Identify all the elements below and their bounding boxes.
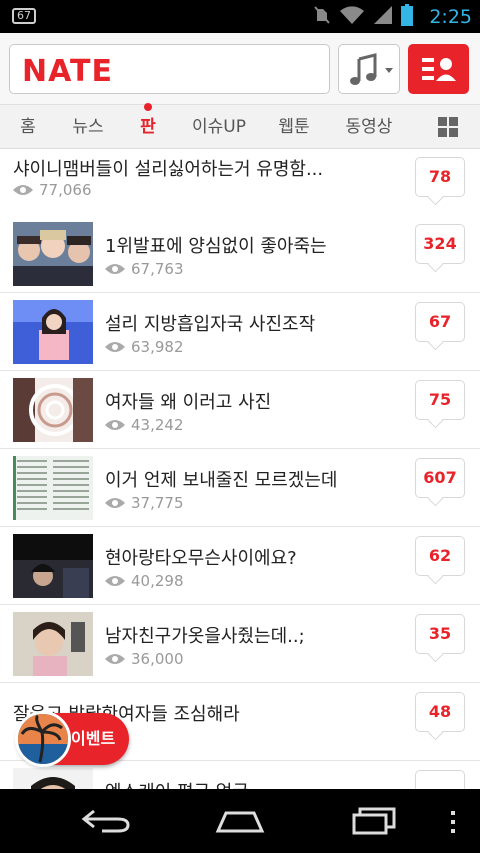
post-thumbnail [13, 534, 93, 598]
eye-icon [105, 264, 125, 274]
system-nav-bar [0, 789, 480, 853]
tab-pan[interactable]: 판 [130, 103, 166, 149]
overflow-menu-icon[interactable] [448, 811, 458, 835]
list-item[interactable]: 여자들 왜 이러고 사진 43,242 75 [0, 371, 480, 449]
view-count: 67,763 [105, 260, 184, 278]
post-title: 남자친구가옷을사줬는데..; [105, 626, 305, 647]
view-count: 77,066 [13, 181, 92, 199]
post-thumbnail [13, 378, 93, 442]
tab-bar: 홈 뉴스 판 이슈UP 웹툰 동영상 [0, 103, 480, 149]
search-input[interactable]: NATE [9, 44, 330, 94]
muted-icon [313, 5, 331, 29]
tab-home[interactable]: 홈 [8, 105, 48, 149]
tab-webtoon[interactable]: 웹툰 [266, 105, 322, 149]
post-title: 이거 언제 보내줄진 모르겠는데 [105, 470, 338, 491]
post-title: 엑스케이 평균 얼굴 [105, 778, 405, 789]
list-item[interactable]: 이거 언제 보내줄진 모르겠는데 37,775 607 [0, 449, 480, 527]
eye-icon [13, 185, 33, 195]
post-title: 설리 지방흡입자국 사진조작 [105, 314, 316, 335]
tab-news[interactable]: 뉴스 [62, 105, 114, 149]
eye-icon [105, 654, 125, 664]
list-item[interactable]: 현아랑타오무슨사이에요? 40,298 62 [0, 527, 480, 605]
list-item[interactable]: 남자친구가옷을사줬는데..; 36,000 35 [0, 605, 480, 683]
eye-icon [105, 342, 125, 352]
profile-menu-icon [422, 58, 456, 81]
post-title: 1위발표에 양심없이 좋아죽는 [105, 236, 327, 257]
comment-count-badge[interactable]: 48 [415, 692, 465, 732]
profile-menu-button[interactable] [408, 44, 469, 94]
tab-issue-up[interactable]: 이슈UP [182, 105, 256, 149]
comment-count-badge[interactable]: 75 [415, 380, 465, 420]
eye-icon [105, 498, 125, 508]
comment-count-badge[interactable] [415, 770, 465, 789]
view-count: 43,242 [105, 416, 184, 434]
post-title: 현아랑타오무슨사이에요? [105, 548, 297, 569]
recent-apps-icon[interactable] [350, 805, 400, 837]
comment-count-badge[interactable]: 324 [415, 224, 465, 264]
post-thumbnail [13, 612, 93, 676]
view-count: 37,775 [105, 494, 184, 512]
status-bar: 67 2:25 [0, 0, 480, 33]
list-item[interactable]: 1위발표에 양심없이 좋아죽는 67,763 324 [0, 215, 480, 293]
palm-tree-icon [15, 711, 71, 767]
eye-icon [105, 420, 125, 430]
post-thumbnail [13, 300, 93, 364]
active-tab-indicator [144, 103, 152, 111]
comment-count-badge[interactable]: 35 [415, 614, 465, 654]
post-thumbnail [13, 768, 93, 789]
comment-count-badge[interactable]: 607 [415, 458, 465, 498]
music-button[interactable] [338, 44, 400, 94]
back-icon[interactable] [80, 807, 132, 835]
music-note-icon [350, 53, 393, 85]
comment-count-badge[interactable]: 78 [415, 157, 465, 197]
event-button[interactable]: 이벤트 [15, 711, 129, 767]
eye-icon [105, 576, 125, 586]
clock: 2:25 [429, 5, 472, 28]
post-list: 샤이니맴버들이 설리싫어하는거 유명함... 77,066 78 1위발표에 양… [0, 149, 480, 789]
view-count: 63,982 [105, 338, 184, 356]
list-item[interactable]: 엑스케이 평균 얼굴 [0, 761, 480, 789]
tab-video[interactable]: 동영상 [334, 105, 404, 149]
post-title: 여자들 왜 이러고 사진 [105, 392, 272, 413]
signal-icon [373, 5, 393, 29]
view-count: 36,000 [105, 650, 184, 668]
view-count: 40,298 [105, 572, 184, 590]
battery-icon [401, 3, 414, 30]
comment-count-badge[interactable]: 67 [415, 302, 465, 342]
event-label: 이벤트 [71, 729, 116, 748]
post-title: 샤이니맴버들이 설리싫어하는거 유명함... [13, 159, 324, 180]
list-item[interactable]: 설리 지방흡입자국 사진조작 63,982 67 [0, 293, 480, 371]
app-header: NATE [0, 33, 480, 105]
post-thumbnail [13, 456, 93, 520]
post-thumbnail [13, 222, 93, 286]
home-icon[interactable] [214, 809, 266, 833]
notification-badge: 67 [12, 8, 36, 24]
grid-menu-icon[interactable] [438, 117, 458, 137]
comment-count-badge[interactable]: 62 [415, 536, 465, 576]
nate-logo: NATE [22, 54, 113, 89]
wifi-icon [339, 5, 365, 29]
